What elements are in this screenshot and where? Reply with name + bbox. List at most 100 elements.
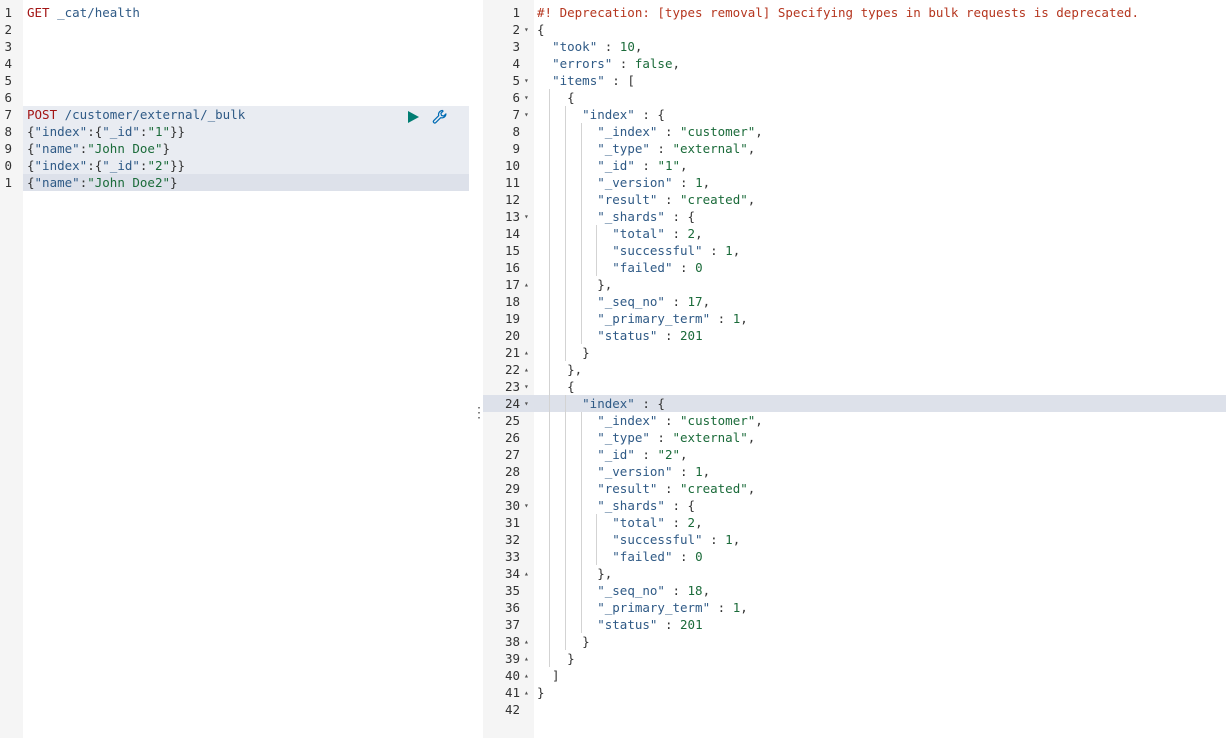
code-line[interactable]: 39 ▴ }	[483, 650, 1226, 667]
fold-collapse-icon[interactable]: ▾	[524, 395, 529, 412]
code-line[interactable]: 34 ▴ },	[483, 565, 1226, 582]
code-line[interactable]: 33 "failed" : 0	[483, 548, 1226, 565]
code-line[interactable]: 14 "total" : 2,	[483, 225, 1226, 242]
code-line[interactable]: 31 "total" : 2,	[483, 514, 1226, 531]
line-number: 39	[504, 651, 520, 666]
code-line[interactable]: 8 "_index" : "customer",	[483, 123, 1226, 140]
fold-expand-icon[interactable]: ▴	[524, 633, 529, 650]
fold-expand-icon[interactable]: ▴	[524, 684, 529, 701]
token: }	[537, 634, 590, 649]
code-line[interactable]: 0 {"index":{"_id":"2"}}	[0, 157, 469, 174]
code-line[interactable]: 8 {"index":{"_id":"1"}}	[0, 123, 469, 140]
code-line[interactable]: 6	[0, 89, 469, 106]
code-line[interactable]: 7 POST /customer/external/_bulk	[0, 106, 469, 123]
token: /customer/external/_bulk	[57, 107, 246, 122]
code-text: "_seq_no" : 18,	[537, 582, 710, 599]
code-line[interactable]: 41 ▴}	[483, 684, 1226, 701]
fold-collapse-icon[interactable]: ▾	[524, 208, 529, 225]
wrench-icon[interactable]	[431, 108, 449, 126]
code-line[interactable]: 2	[0, 21, 469, 38]
code-line[interactable]: 37 "status" : 201	[483, 616, 1226, 633]
token: }	[162, 141, 171, 156]
token: },	[537, 277, 613, 292]
code-text: "index" : {	[537, 395, 665, 412]
code-line[interactable]: 27 "_id" : "2",	[483, 446, 1226, 463]
line-number: 14	[504, 226, 520, 241]
code-line[interactable]: 2 ▾ {	[483, 21, 1226, 38]
token: "_seq_no"	[597, 294, 665, 309]
code-line[interactable]: 1 {"name":"John Doe2"}	[0, 174, 469, 191]
code-line[interactable]: 5	[0, 72, 469, 89]
code-line[interactable]: 5 ▾ "items" : [	[483, 72, 1226, 89]
code-line[interactable]: 42	[483, 701, 1226, 718]
code-line[interactable]: 30 ▾ "_shards" : {	[483, 497, 1226, 514]
fold-collapse-icon[interactable]: ▾	[524, 21, 529, 38]
code-line[interactable]: 4	[0, 55, 469, 72]
line-number: 4	[512, 56, 520, 71]
code-line[interactable]: 35 "_seq_no" : 18,	[483, 582, 1226, 599]
code-line[interactable]: 21 ▴ }	[483, 344, 1226, 361]
code-text: "status" : 201	[537, 616, 702, 633]
code-line[interactable]: 1 #! Deprecation: [types removal] Specify…	[483, 4, 1226, 21]
request-lines[interactable]: 1 GET _cat/health 2 3 4 5 6 7 POST /customer/ext…	[0, 4, 469, 191]
code-line[interactable]: 10 "_id" : "1",	[483, 157, 1226, 174]
code-line[interactable]: 9 {"name":"John Doe"}	[0, 140, 469, 157]
code-line[interactable]: 23 ▾ {	[483, 378, 1226, 395]
fold-expand-icon[interactable]: ▴	[524, 565, 529, 582]
code-line[interactable]: 3 "took" : 10,	[483, 38, 1226, 55]
token: ,	[732, 243, 741, 258]
fold-expand-icon[interactable]: ▴	[524, 650, 529, 667]
fold-collapse-icon[interactable]: ▾	[524, 378, 529, 395]
token: "name"	[34, 141, 80, 156]
request-editor[interactable]: 1 GET _cat/health 2 3 4 5 6 7 POST /customer/ext…	[0, 0, 469, 738]
code-line[interactable]: 40 ▴ ]	[483, 667, 1226, 684]
token: "_version"	[597, 464, 673, 479]
token: "2"	[147, 158, 171, 173]
code-line[interactable]: 12 "result" : "created",	[483, 191, 1226, 208]
code-line[interactable]: 20 "status" : 201	[483, 327, 1226, 344]
code-line[interactable]: 7 ▾ "index" : {	[483, 106, 1226, 123]
fold-collapse-icon[interactable]: ▾	[524, 497, 529, 514]
code-line[interactable]: 4 "errors" : false,	[483, 55, 1226, 72]
code-text: "_id" : "2",	[537, 446, 687, 463]
code-line[interactable]: 32 "successful" : 1,	[483, 531, 1226, 548]
fold-expand-icon[interactable]: ▴	[524, 667, 529, 684]
code-line[interactable]: 6 ▾ {	[483, 89, 1226, 106]
code-line[interactable]: 36 "_primary_term" : 1,	[483, 599, 1226, 616]
fold-collapse-icon[interactable]: ▾	[524, 89, 529, 106]
token: "index"	[34, 158, 88, 173]
fold-expand-icon[interactable]: ▴	[524, 361, 529, 378]
response-lines[interactable]: 1 #! Deprecation: [types removal] Specify…	[483, 4, 1226, 718]
code-line[interactable]: 1 GET _cat/health	[0, 4, 469, 21]
code-text: "index" : {	[537, 106, 665, 123]
code-line[interactable]: 22 ▴ },	[483, 361, 1226, 378]
code-line[interactable]: 29 "result" : "created",	[483, 480, 1226, 497]
fold-collapse-icon[interactable]: ▾	[524, 72, 529, 89]
code-line[interactable]: 26 "_type" : "external",	[483, 429, 1226, 446]
token: "took"	[552, 39, 598, 54]
play-icon[interactable]	[405, 109, 421, 125]
fold-expand-icon[interactable]: ▴	[524, 276, 529, 293]
code-line[interactable]: 18 "_seq_no" : 17,	[483, 293, 1226, 310]
code-line[interactable]: 13 ▾ "_shards" : {	[483, 208, 1226, 225]
code-line[interactable]: 38 ▴ }	[483, 633, 1226, 650]
line-number: 16	[504, 260, 520, 275]
code-line[interactable]: 16 "failed" : 0	[483, 259, 1226, 276]
code-line[interactable]: 3	[0, 38, 469, 55]
token: {	[27, 158, 35, 173]
code-line[interactable]: 9 "_type" : "external",	[483, 140, 1226, 157]
code-line[interactable]: 17 ▴ },	[483, 276, 1226, 293]
fold-expand-icon[interactable]: ▴	[524, 344, 529, 361]
token: "result"	[597, 192, 658, 207]
vertical-dots-icon[interactable]: ⋮	[472, 405, 486, 421]
code-line[interactable]: 15 "successful" : 1,	[483, 242, 1226, 259]
fold-collapse-icon[interactable]: ▾	[524, 106, 529, 123]
code-line[interactable]: 11 "_version" : 1,	[483, 174, 1226, 191]
line-number: 8	[4, 124, 12, 139]
response-viewer[interactable]: 1 #! Deprecation: [types removal] Specify…	[483, 0, 1226, 738]
code-line[interactable]: 28 "_version" : 1,	[483, 463, 1226, 480]
code-line[interactable]: 25 "_index" : "customer",	[483, 412, 1226, 429]
code-line[interactable]: 24 ▾ "index" : {	[483, 395, 1226, 412]
code-line[interactable]: 19 "_primary_term" : 1,	[483, 310, 1226, 327]
